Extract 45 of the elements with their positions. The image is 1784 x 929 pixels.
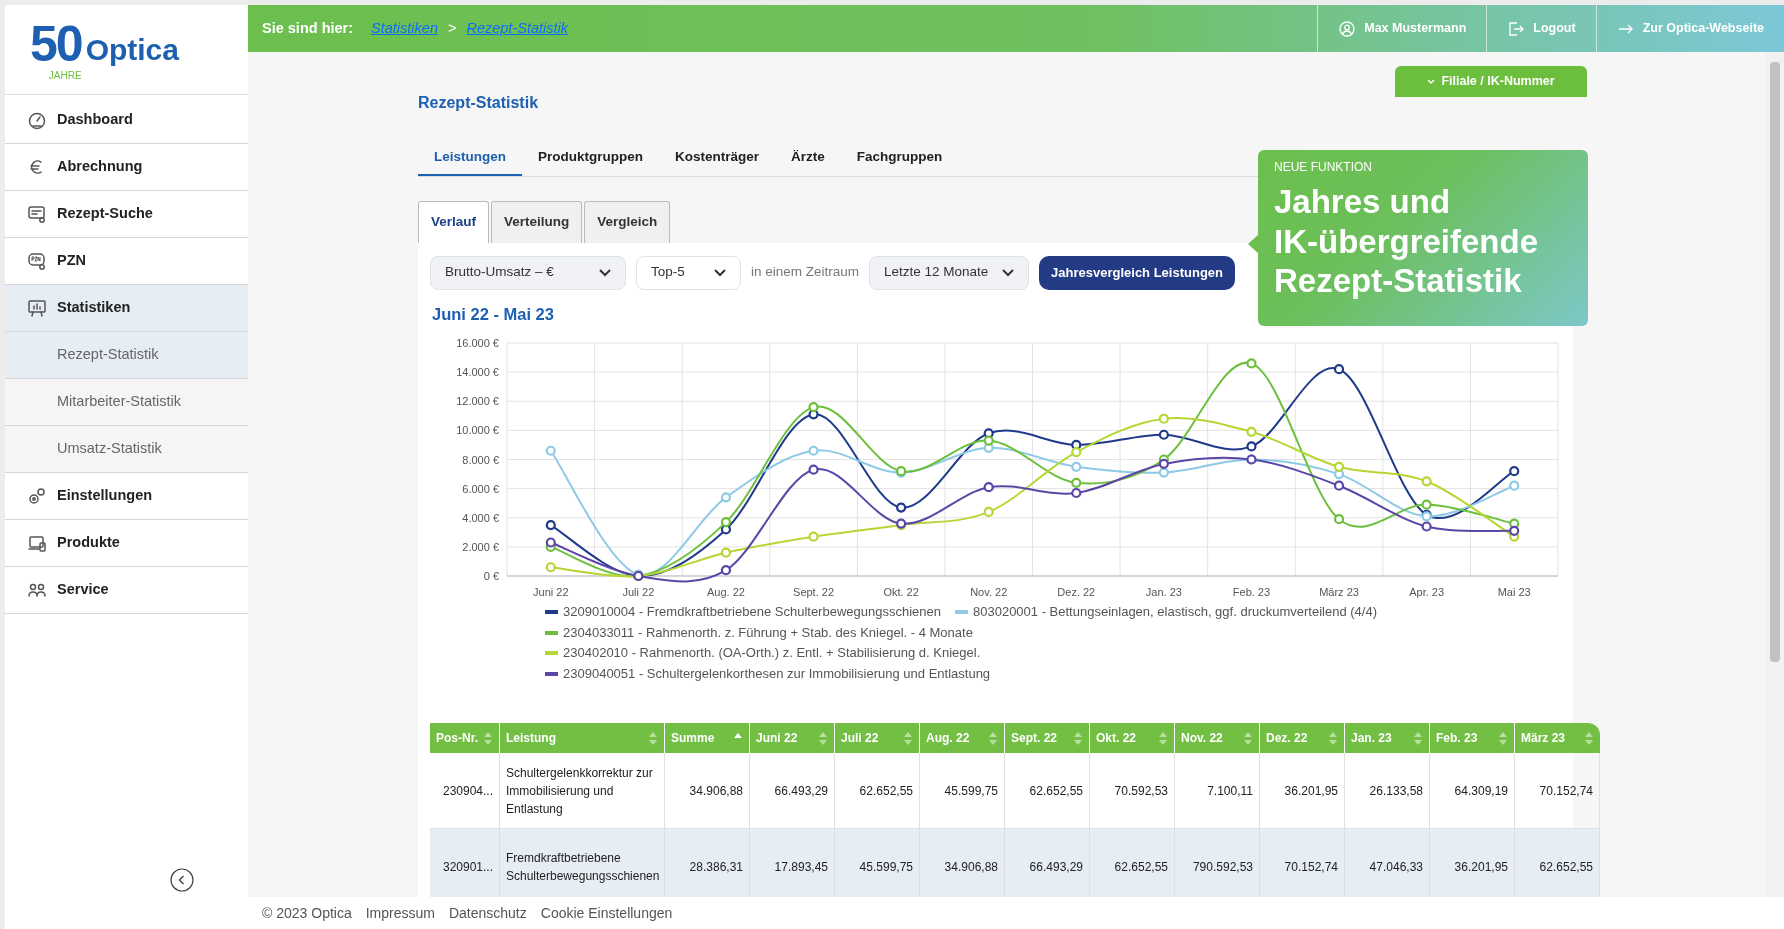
table-cell: 17.893,45	[750, 829, 835, 897]
period-label: in einem Zeitraum	[751, 263, 860, 282]
logo-number: 50	[30, 18, 82, 69]
table-cell: 28.386,31	[665, 829, 750, 897]
axis-label: Dez. 22	[1057, 586, 1096, 599]
axis-label: Nov. 22	[970, 586, 1008, 599]
table-cell: 36.201,95	[1430, 829, 1515, 897]
axis-label: 4.000 €	[462, 512, 499, 524]
logo-subtitle: JAHRE	[48, 70, 82, 81]
axis-label: 2.000 €	[462, 541, 499, 554]
axis-label: Juli 22	[622, 586, 655, 599]
breadcrumb-label: Sie sind hier:	[261, 18, 354, 38]
axis-label: Mai 23	[1497, 586, 1531, 599]
axis-label: Apr. 23	[1409, 586, 1445, 599]
table-cell: 62.652,55	[1515, 829, 1600, 897]
axis-label: 8.000 €	[462, 453, 499, 466]
table-cell: 62.652,55	[1090, 829, 1175, 897]
page-title: Rezept-Statistik	[418, 93, 540, 113]
table-cell: 790.592,53	[1175, 829, 1260, 897]
axis-label: Feb. 23	[1232, 586, 1271, 599]
axis-label: Jan. 23	[1145, 586, 1182, 599]
table-cell: 66.493,29	[1005, 829, 1090, 897]
axis-label: März 23	[1319, 586, 1359, 599]
logo-name: Optica	[85, 32, 179, 68]
axis-label: 6.000 €	[462, 482, 499, 495]
axis-label: Aug. 22	[707, 586, 745, 599]
callout-eyebrow: NEUE FUNKTION	[1274, 159, 1373, 176]
chart-title: Juni 22 - Mai 23	[432, 303, 555, 325]
table-cell: 45.599,75	[835, 829, 920, 897]
table-cell: 47.046,33	[1345, 829, 1430, 897]
table-cell: 34.906,88	[920, 829, 1005, 897]
table-cell: 320901...	[430, 829, 500, 897]
axis-label: Okt. 22	[883, 586, 919, 599]
axis-label: 16.000 €	[456, 337, 499, 350]
axis-label: Sept. 22	[793, 586, 835, 599]
table-cell: 70.152,74	[1260, 829, 1345, 897]
table-cell: Fremdkraftbetriebene Schulterbewegungsschienen	[500, 829, 665, 897]
axis-label: 10.000 €	[456, 424, 499, 437]
axis-label: Juni 22	[533, 586, 569, 599]
callout-headline: Jahres und IK-übergreifende Rezept-Statistik	[1274, 182, 1540, 301]
breadcrumb-separator: >	[447, 18, 457, 38]
copyright-text: © 2023 Optica	[262, 903, 352, 923]
axis-label: 12.000 €	[456, 395, 499, 408]
axis-label: 14.000 €	[456, 366, 499, 379]
axis-label: 0 €	[483, 570, 499, 583]
